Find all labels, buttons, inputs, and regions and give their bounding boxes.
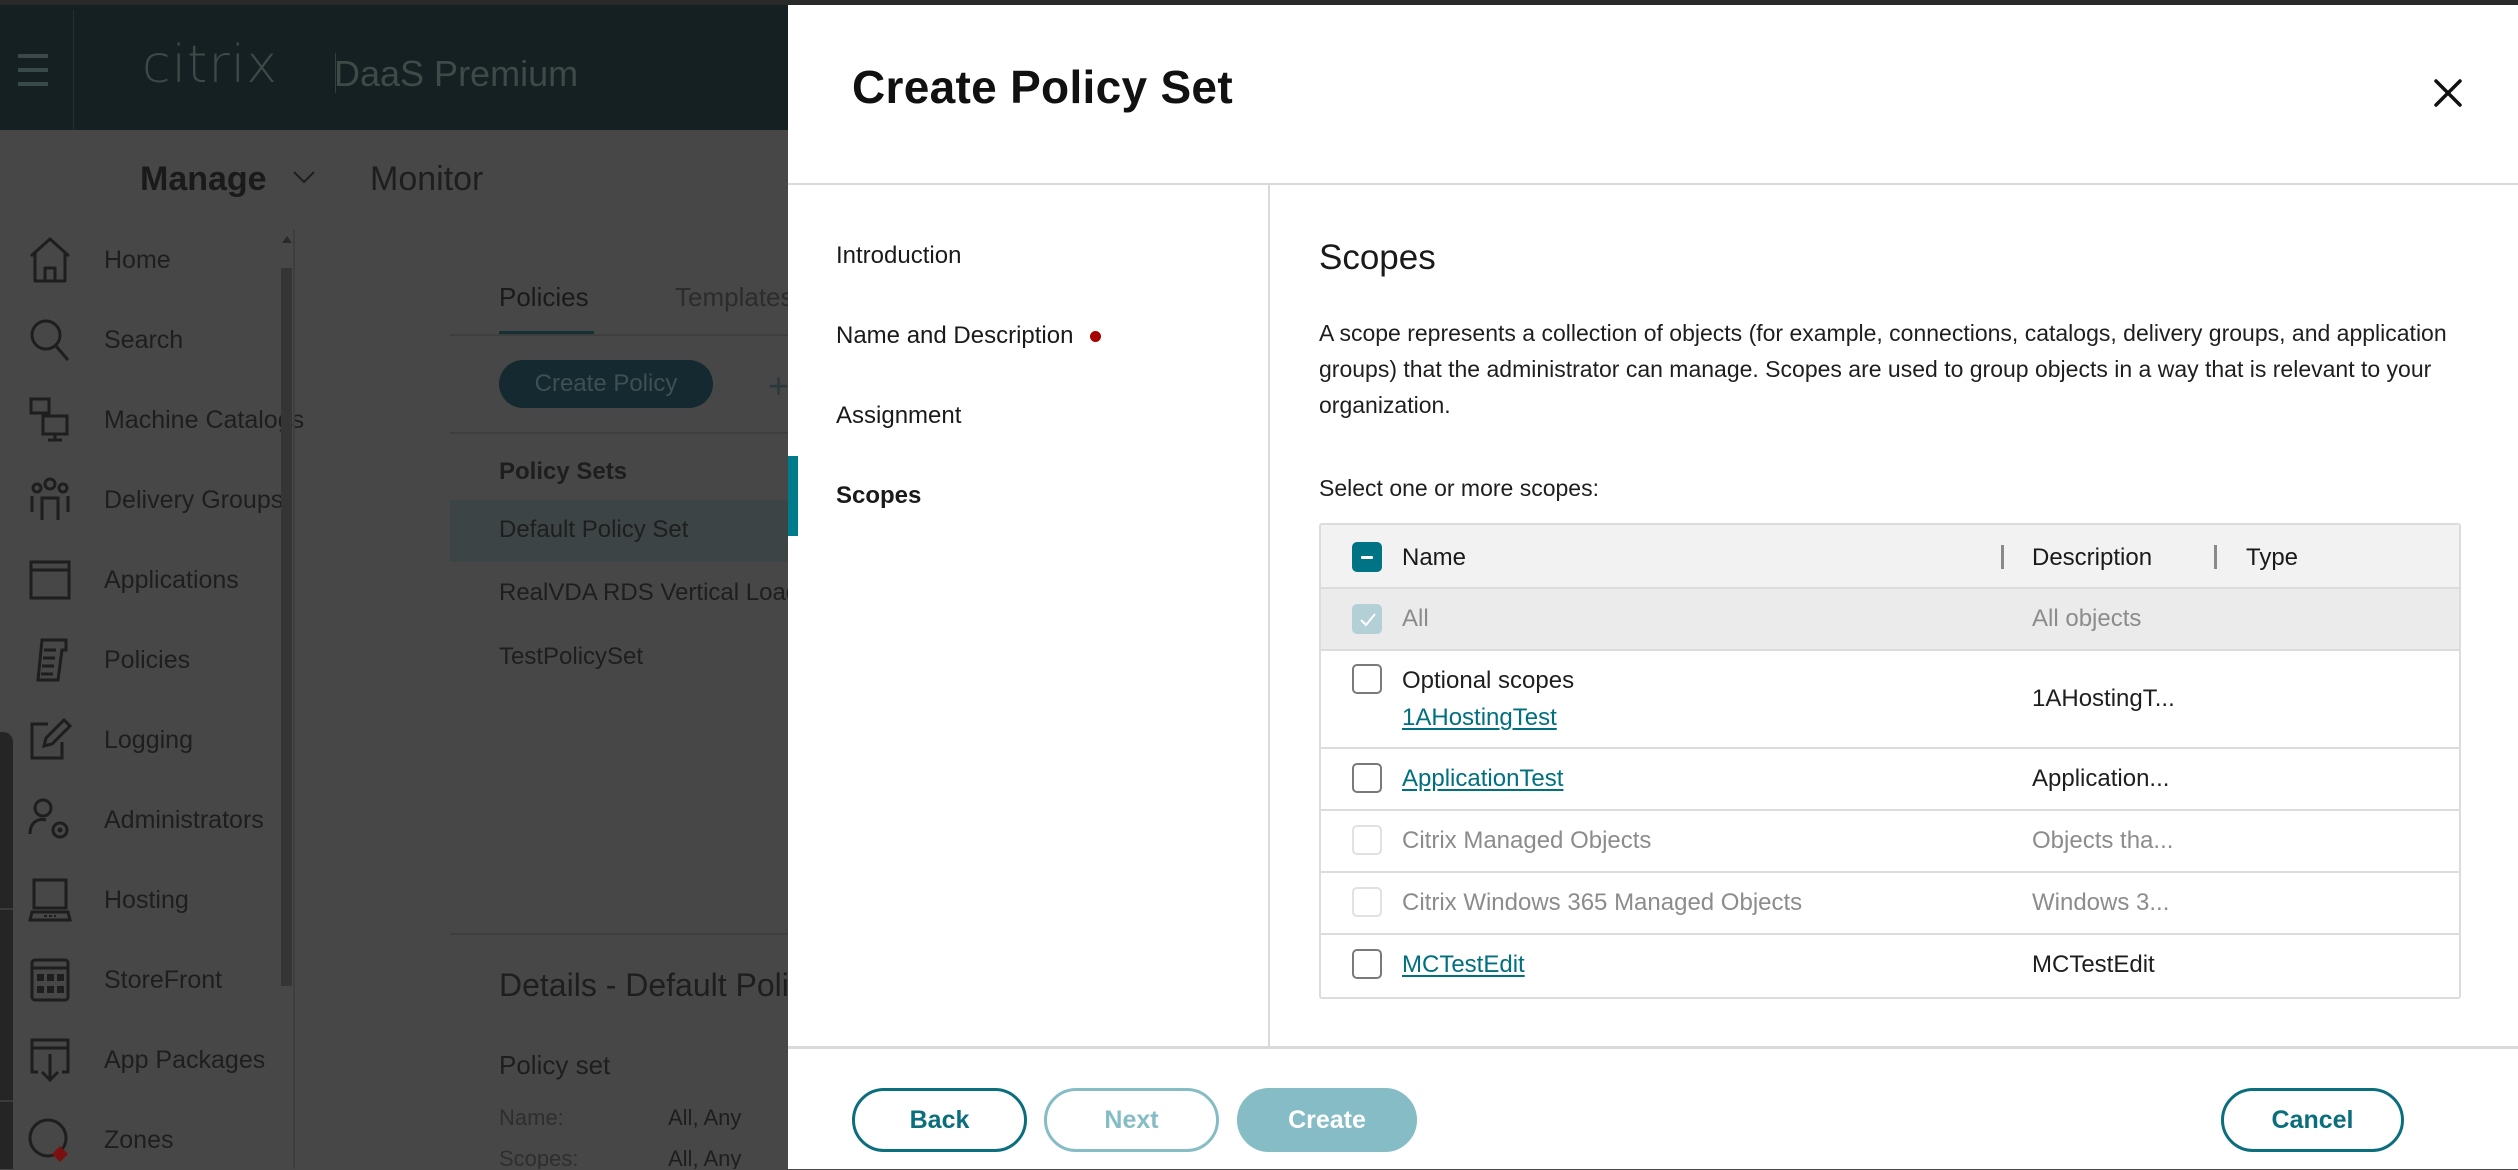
details-title: Details - Default Policy Set	[499, 967, 788, 1003]
scopes-prompt: Select one or more scopes:	[1319, 475, 1599, 501]
main-content: Policies Templates Create Policy + Polic…	[0, 0, 788, 1169]
step-assignment[interactable]: Assignment	[836, 402, 961, 430]
column-resize-handle[interactable]	[2214, 545, 2217, 569]
scope-name-link[interactable]: 1AHostingTest	[1402, 704, 1557, 732]
tab-policies[interactable]: Policies	[499, 282, 589, 313]
scope-name: Citrix Managed Objects	[1402, 827, 1652, 854]
scopes-table: Name Description Type All All objects Op…	[1319, 523, 2461, 999]
table-row: ApplicationTest Application...	[1321, 749, 2459, 811]
step-introduction[interactable]: Introduction	[836, 242, 961, 270]
details-subtitle: Policy set	[499, 1050, 611, 1080]
steps-divider	[1268, 185, 1270, 1047]
section-title: Scopes	[1319, 238, 1436, 277]
policy-set-item[interactable]: Default Policy Set	[450, 500, 788, 562]
create-button[interactable]: Create	[1237, 1088, 1417, 1152]
tab-templates[interactable]: Templates	[675, 282, 788, 313]
step-name-and-description[interactable]: Name and Description	[836, 322, 1102, 350]
details-scopes-value: All, Any	[668, 1146, 742, 1169]
scope-description: Objects tha...	[2032, 827, 2174, 854]
column-header-description[interactable]: Description	[2032, 544, 2152, 572]
step-scopes[interactable]: Scopes	[836, 482, 921, 510]
details-name-label: Name:	[499, 1105, 564, 1130]
dialog-footer-divider	[788, 1046, 2518, 1049]
table-row: MCTestEdit MCTestEdit	[1321, 935, 2459, 997]
table-row: Optional scopes 1AHostingTest 1AHostingT…	[1321, 651, 2459, 749]
details-name-value: All, Any	[668, 1105, 742, 1130]
row-checkbox[interactable]	[1352, 949, 1382, 979]
scope-description: MCTestEdit	[2032, 951, 2155, 978]
section-description: A scope represents a collection of objec…	[1319, 320, 2447, 418]
dialog-title: Create Policy Set	[852, 61, 1233, 113]
next-button[interactable]: Next	[1044, 1088, 1219, 1152]
back-button[interactable]: Back	[852, 1088, 1027, 1152]
table-row: Citrix Managed Objects Objects tha...	[1321, 811, 2459, 873]
create-policy-button[interactable]: Create Policy	[499, 360, 713, 408]
close-icon[interactable]	[2428, 73, 2468, 113]
column-resize-handle[interactable]	[2001, 545, 2004, 569]
scope-name: All	[1402, 605, 1429, 632]
scope-name-link[interactable]: ApplicationTest	[1402, 765, 1563, 793]
policy-set-item[interactable]: TestPolicySet	[450, 627, 788, 689]
scope-description: Application...	[2032, 765, 2170, 792]
details-divider	[450, 933, 788, 935]
row-checkbox-disabled	[1352, 887, 1382, 917]
tabs-divider	[450, 334, 788, 336]
dialog-header-divider	[788, 183, 2518, 185]
select-all-checkbox[interactable]	[1352, 542, 1382, 572]
details-scopes-label: Scopes:	[499, 1146, 579, 1169]
toolbar-divider	[450, 432, 788, 434]
scope-name: Citrix Windows 365 Managed Objects	[1402, 889, 1803, 916]
scope-description: Windows 3...	[2032, 889, 2170, 916]
policy-set-item[interactable]: RealVDA RDS Vertical Load	[450, 563, 788, 625]
table-row: All All objects	[1321, 589, 2459, 651]
table-header: Name Description Type	[1321, 525, 2459, 589]
scope-description: All objects	[2032, 605, 2142, 632]
plus-icon[interactable]: +	[768, 368, 788, 404]
row-checkbox-all	[1352, 604, 1382, 634]
create-policy-set-dialog: Create Policy Set Introduction Name and …	[788, 5, 2518, 1169]
row-checkbox[interactable]	[1352, 664, 1382, 694]
scope-description: 1AHostingT...	[2032, 685, 2175, 712]
scope-name-link[interactable]: MCTestEdit	[1402, 951, 1525, 979]
optional-scopes-label: Optional scopes	[1402, 667, 1575, 694]
column-header-type[interactable]: Type	[2246, 544, 2298, 572]
row-checkbox-disabled	[1352, 825, 1382, 855]
active-step-indicator	[788, 456, 798, 536]
cancel-button[interactable]: Cancel	[2221, 1088, 2404, 1152]
policy-sets-heading: Policy Sets	[499, 458, 628, 485]
row-checkbox[interactable]	[1352, 763, 1382, 793]
required-indicator-icon	[1090, 330, 1102, 342]
column-header-name[interactable]: Name	[1402, 544, 1466, 572]
table-row: Citrix Windows 365 Managed Objects Windo…	[1321, 873, 2459, 935]
